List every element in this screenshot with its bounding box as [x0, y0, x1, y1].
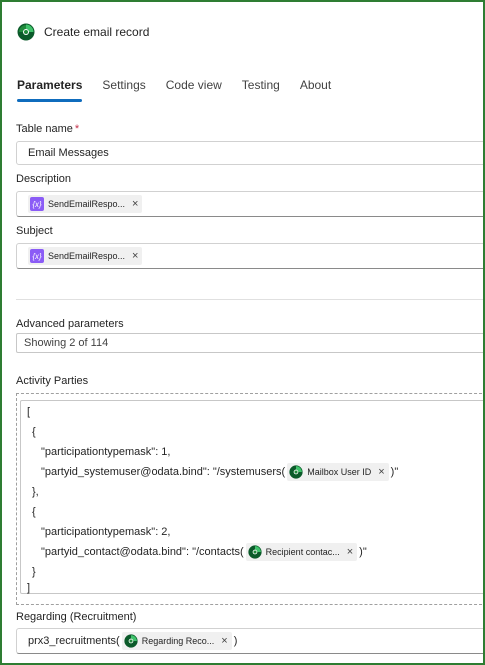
description-label: Description: [16, 173, 72, 185]
table-name-label-text: Table name: [16, 123, 73, 135]
activity-parties-container: [ { "participationtypemask": 1, "partyid…: [16, 393, 483, 605]
tab-bar: Parameters Settings Code view Testing Ab…: [17, 76, 351, 104]
panel-title: Create email record: [44, 25, 150, 39]
dataverse-icon: [17, 23, 35, 41]
subject-token[interactable]: {x} SendEmailRespo... ×: [28, 247, 143, 265]
code-line: ]: [27, 582, 31, 594]
activity-parties-editor[interactable]: [ { "participationtypemask": 1, "partyid…: [20, 400, 483, 594]
code-line: {: [32, 506, 36, 518]
code-text: ): [233, 635, 238, 647]
code-line: [: [27, 406, 31, 418]
description-token-label: SendEmailRespo...: [48, 199, 126, 209]
regarding-record-label: Regarding Reco...: [141, 636, 215, 646]
remove-token-icon[interactable]: ×: [132, 250, 138, 262]
table-name-select[interactable]: Email Messages: [16, 141, 483, 165]
subject-field[interactable]: {x} SendEmailRespo... ×: [16, 243, 483, 269]
advanced-parameters-label: Advanced parameters: [16, 318, 124, 330]
dataverse-icon: [289, 465, 303, 479]
code-text: "partyid_systemuser@odata.bind": "/syste…: [41, 466, 286, 478]
code-line: }: [32, 566, 36, 578]
expression-icon: {x}: [30, 249, 44, 263]
regarding-label: Regarding (Recruitment): [16, 611, 137, 623]
code-line: "partyid_systemuser@odata.bind": "/syste…: [41, 463, 398, 481]
code-text: prx3_recruitments(: [28, 635, 120, 647]
expression-icon: {x}: [30, 197, 44, 211]
code-line: },: [32, 486, 39, 498]
regarding-record-token[interactable]: Regarding Reco... ×: [121, 632, 232, 650]
panel-header: Create email record: [17, 22, 149, 42]
subject-label: Subject: [16, 225, 53, 237]
code-text: "partyid_contact@odata.bind": "/contacts…: [41, 546, 244, 558]
recipient-contact-token[interactable]: Recipient contac... ×: [245, 543, 358, 561]
regarding-field[interactable]: prx3_recruitments( Regarding Reco... × ): [16, 628, 483, 654]
regarding-value: prx3_recruitments( Regarding Reco... × ): [28, 632, 237, 650]
recipient-contact-label: Recipient contac...: [265, 547, 340, 557]
code-line: {: [32, 426, 36, 438]
remove-token-icon[interactable]: ×: [221, 635, 227, 647]
description-field[interactable]: {x} SendEmailRespo... ×: [16, 191, 483, 217]
tab-about[interactable]: About: [300, 76, 331, 102]
create-email-record-panel: Create email record Parameters Settings …: [0, 0, 485, 665]
description-token[interactable]: {x} SendEmailRespo... ×: [28, 195, 143, 213]
table-name-label: Table name *: [16, 123, 79, 135]
code-line: "participationtypemask": 1,: [41, 446, 171, 458]
dataverse-icon: [248, 545, 262, 559]
remove-token-icon[interactable]: ×: [347, 546, 353, 558]
code-line: "partyid_contact@odata.bind": "/contacts…: [41, 543, 367, 561]
section-divider: [16, 299, 483, 300]
activity-parties-label: Activity Parties: [16, 375, 89, 387]
table-name-value: Email Messages: [28, 147, 109, 159]
remove-token-icon[interactable]: ×: [132, 198, 138, 210]
tab-parameters[interactable]: Parameters: [17, 76, 83, 102]
code-text: )": [390, 466, 399, 478]
mailbox-user-id-token[interactable]: Mailbox User ID ×: [287, 463, 389, 481]
tab-settings[interactable]: Settings: [102, 76, 145, 102]
code-text: )": [359, 546, 367, 558]
required-indicator: *: [74, 123, 80, 135]
subject-token-label: SendEmailRespo...: [48, 251, 126, 261]
dataverse-icon: [124, 634, 138, 648]
remove-token-icon[interactable]: ×: [378, 466, 384, 478]
advanced-parameters-dropdown[interactable]: Showing 2 of 114: [16, 333, 483, 353]
code-line: "participationtypemask": 2,: [41, 526, 171, 538]
mailbox-user-id-label: Mailbox User ID: [307, 467, 372, 477]
tab-testing[interactable]: Testing: [242, 76, 280, 102]
tab-code-view[interactable]: Code view: [166, 76, 222, 102]
